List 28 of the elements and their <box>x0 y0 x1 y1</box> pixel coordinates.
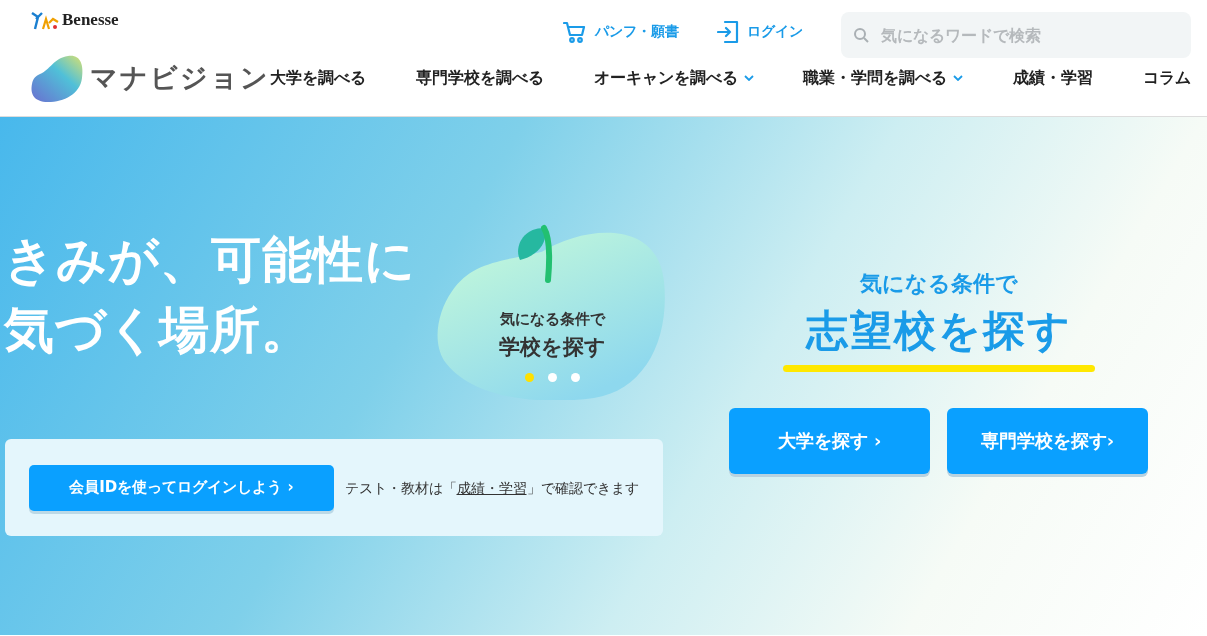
login-icon <box>717 20 739 44</box>
nav-link[interactable]: 成績・学習 <box>1013 67 1094 89</box>
search-field[interactable]: 気になるワードで検索 <box>879 24 1173 46</box>
slide-title: 学校を探す <box>498 334 606 361</box>
hero-headline: きみが、可能性に <box>4 230 417 291</box>
slide-subtitle: 気になる条件で <box>499 310 605 329</box>
nav-link[interactable]: 職業・学問を調べる <box>803 67 964 89</box>
nav-link[interactable]: オーキャンを調べる <box>593 67 754 89</box>
grades-link[interactable]: 成績・学習 <box>456 479 527 496</box>
nav-link[interactable]: コラム <box>1143 67 1191 89</box>
figures-logo-icon <box>30 9 60 31</box>
carousel-dot[interactable] <box>547 373 557 382</box>
site-logo-text: マナビジョン <box>90 61 270 95</box>
chevron-down-icon <box>743 75 754 81</box>
blob-logo-icon <box>30 54 84 102</box>
carousel-dot[interactable] <box>524 373 534 382</box>
search-subtitle: 気になる条件で <box>859 270 1018 298</box>
company-logo-text: Benesse <box>62 10 119 30</box>
hero-headline: 気づく場所。 <box>4 300 313 361</box>
nav-link[interactable]: 専門学校を調べる <box>415 67 544 89</box>
search-box[interactable]: 気になるワードで検索 <box>841 12 1191 58</box>
nav-link[interactable]: 大学を調べる <box>270 67 366 89</box>
chevron-down-icon <box>953 75 964 81</box>
search-icon <box>853 27 869 43</box>
carousel-dot[interactable] <box>570 373 580 382</box>
search-title: 志望校を探す <box>805 305 1072 357</box>
login-note: テスト・教材は「成績・学習」で確認できます <box>344 478 639 498</box>
cart-icon <box>563 20 587 44</box>
